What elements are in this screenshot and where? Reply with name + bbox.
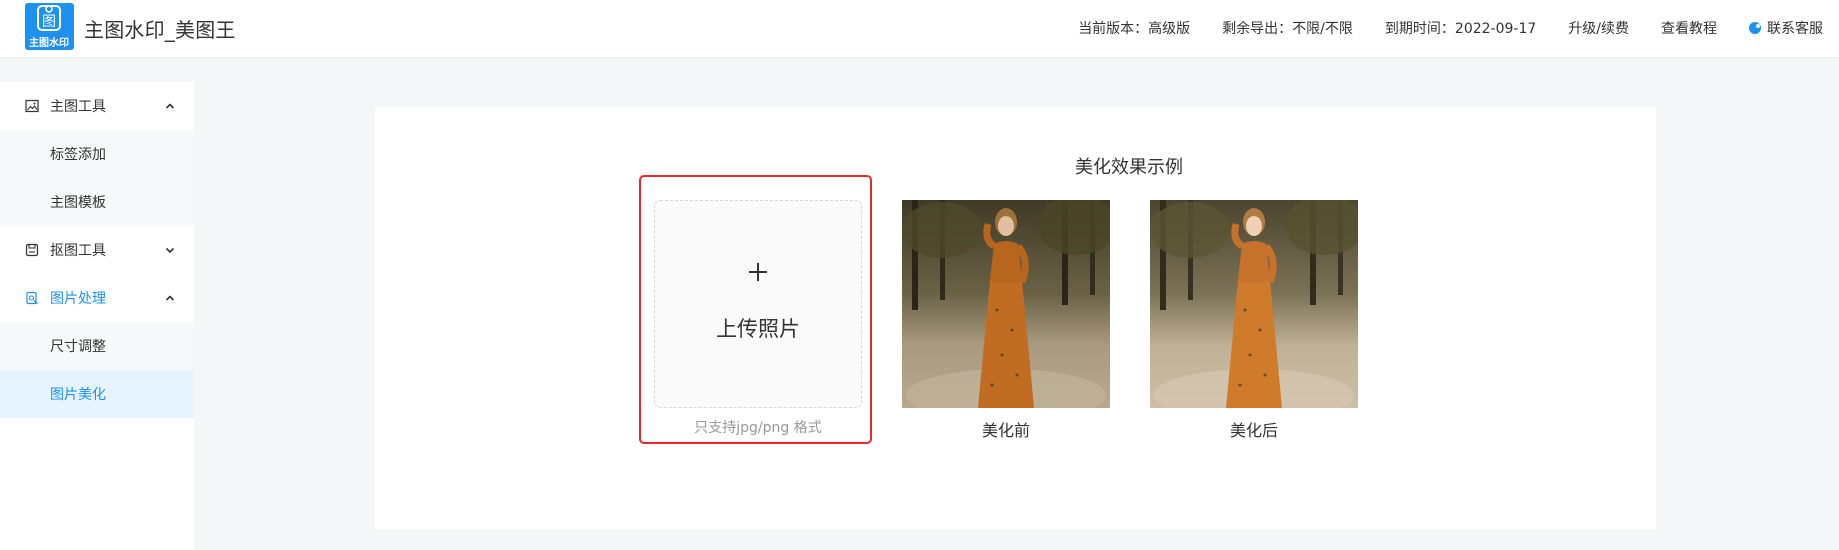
sidebar-group-label: 抠图工具 bbox=[50, 243, 106, 259]
sidebar-group-label: 图片处理 bbox=[50, 291, 106, 307]
header-nav: 当前版本：高级版 剩余导出：不限/不限 到期时间：2022-09-17 升级/续… bbox=[1046, 0, 1823, 56]
sidebar-item-size-adjust[interactable]: 尺寸调整 bbox=[0, 322, 194, 370]
upload-photo-button[interactable]: 上传照片 bbox=[654, 200, 862, 408]
before-photo bbox=[902, 200, 1110, 408]
after-caption: 美化后 bbox=[1229, 421, 1278, 440]
expiry-date: 到期时间：2022-09-17 bbox=[1384, 21, 1537, 37]
customer-service-icon bbox=[1749, 22, 1761, 34]
chevron-up-icon bbox=[165, 103, 175, 109]
sidebar-group-image-processing[interactable]: 图片处理 bbox=[0, 274, 194, 322]
sidebar-group-main-image-tools[interactable]: 主图工具 bbox=[0, 82, 194, 130]
chevron-up-icon bbox=[165, 295, 175, 301]
app-logo[interactable]: 图 主图水印 bbox=[25, 3, 74, 50]
before-caption: 美化前 bbox=[981, 421, 1030, 440]
chevron-down-icon bbox=[165, 247, 175, 254]
contact-service-label: 联系客服 bbox=[1767, 21, 1823, 37]
contact-service-link[interactable]: 联系客服 bbox=[1749, 18, 1823, 38]
current-version: 当前版本：高级版 bbox=[1078, 21, 1191, 37]
example-title: 美化效果示例 bbox=[1075, 157, 1183, 178]
upload-format-hint: 只支持jpg/png 格式 bbox=[694, 420, 822, 436]
sidebar-item-main-template[interactable]: 主图模板 bbox=[0, 178, 194, 226]
plus-icon bbox=[745, 259, 771, 285]
svg-text:主图水印: 主图水印 bbox=[29, 36, 69, 49]
svg-text:图: 图 bbox=[42, 14, 56, 30]
sidebar: 主图工具 标签添加 主图模板 抠图工具 图片处理 尺寸调整 图片美化 bbox=[0, 82, 194, 550]
app-title: 主图水印_美图王 bbox=[84, 18, 236, 42]
after-photo bbox=[1150, 200, 1358, 408]
tutorial-link[interactable]: 查看教程 bbox=[1661, 18, 1717, 38]
sidebar-group-cutout-tools[interactable]: 抠图工具 bbox=[0, 226, 194, 274]
sidebar-item-tag-add[interactable]: 标签添加 bbox=[0, 130, 194, 178]
upload-photo-label: 上传照片 bbox=[716, 317, 800, 341]
remaining-exports: 剩余导出：不限/不限 bbox=[1222, 21, 1353, 37]
image-icon: 图 主图水印 bbox=[29, 5, 69, 49]
sidebar-group-label: 主图工具 bbox=[50, 99, 106, 115]
photo-edit-icon bbox=[25, 291, 39, 305]
image-icon bbox=[25, 99, 39, 113]
upgrade-link[interactable]: 升级/续费 bbox=[1568, 18, 1629, 38]
top-header: 图 主图水印 主图水印_美图王 当前版本：高级版 剩余导出：不限/不限 到期时间… bbox=[0, 0, 1839, 58]
sidebar-item-image-beautify[interactable]: 图片美化 bbox=[0, 370, 194, 418]
save-icon bbox=[25, 243, 39, 257]
main-card: 美化效果示例 上传照片 只支持jpg/png 格式 美化前 美化后 bbox=[375, 107, 1656, 529]
